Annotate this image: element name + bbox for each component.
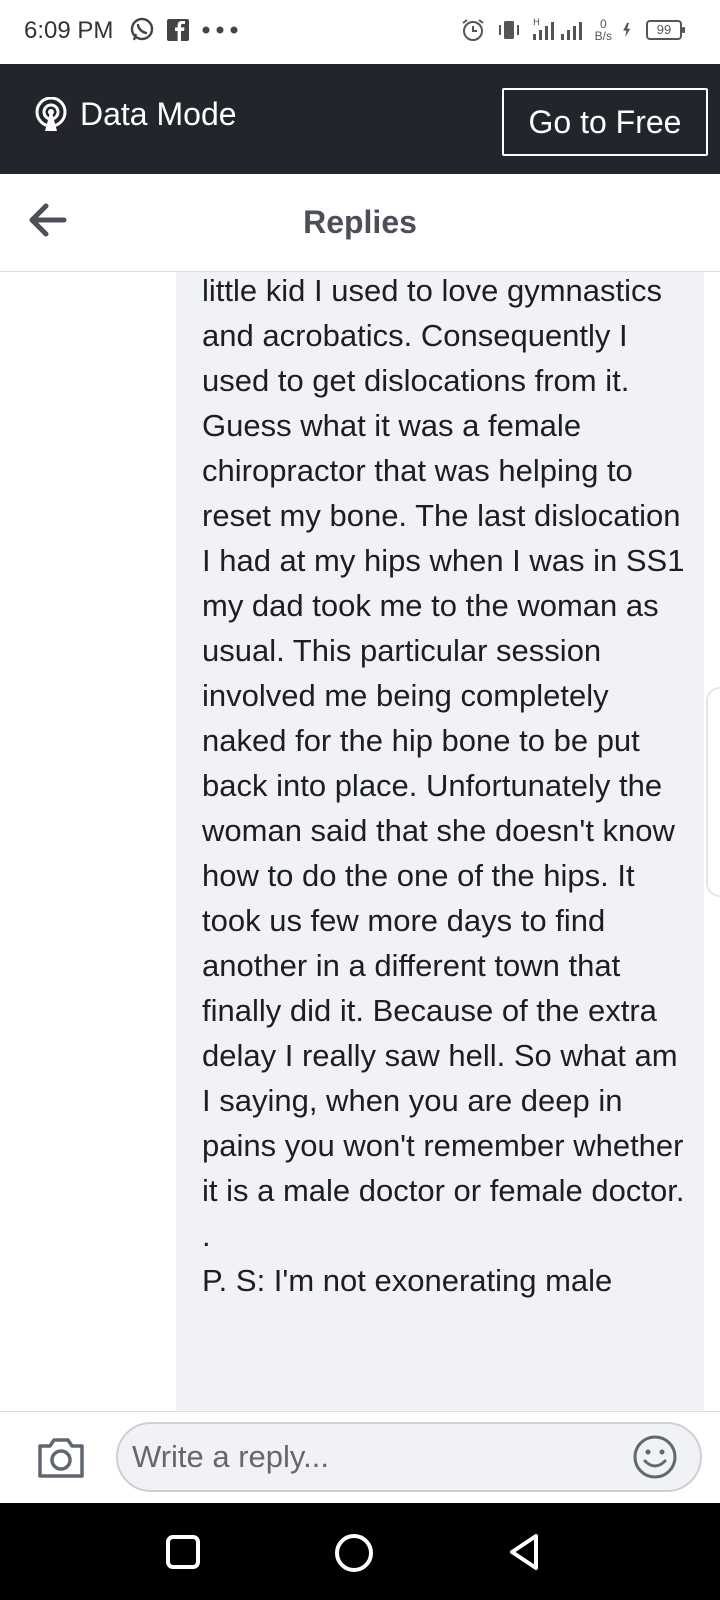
- recents-icon[interactable]: [162, 1531, 204, 1573]
- status-time: 6:09 PM: [24, 17, 114, 44]
- emoji-icon[interactable]: [632, 1434, 678, 1480]
- network-speed-unit: B/s: [594, 29, 612, 43]
- more-notifications-icon: [202, 26, 238, 34]
- scroll-handle[interactable]: [706, 687, 720, 897]
- whatsapp-icon: [130, 17, 154, 41]
- system-icons: H 0 B/s 99: [459, 16, 685, 44]
- data-mode-bar: Data Mode Go to Free: [0, 64, 720, 174]
- facebook-icon: [167, 19, 189, 41]
- notification-icons: [128, 16, 240, 44]
- replies-header: Replies: [0, 174, 720, 272]
- reply-input[interactable]: [116, 1422, 702, 1492]
- reply-composer: [0, 1411, 720, 1503]
- battery-indicator: 99: [646, 20, 685, 40]
- vibrate-icon: [498, 21, 519, 39]
- network-speed: 0 B/s: [595, 18, 612, 42]
- home-icon[interactable]: [332, 1531, 376, 1575]
- charging-icon: [623, 22, 631, 38]
- data-mode-label: Data Mode: [80, 96, 237, 132]
- status-bar: 6:09 PM H 0 B/s 99: [0, 0, 720, 64]
- back-nav-icon[interactable]: [504, 1531, 546, 1573]
- signal-icon: H: [532, 18, 582, 40]
- data-mode-indicator[interactable]: Data Mode: [34, 96, 237, 133]
- svg-text:H: H: [533, 18, 540, 28]
- camera-icon[interactable]: [36, 1434, 86, 1480]
- page-title: Replies: [303, 204, 417, 240]
- go-to-free-button[interactable]: Go to Free: [502, 88, 708, 156]
- broadcast-icon: [35, 96, 67, 131]
- system-nav-bar: [0, 1503, 720, 1600]
- reply-text: little kid I used to love gymnastics and…: [202, 273, 685, 1298]
- alarm-icon: [462, 19, 484, 41]
- reply-thread[interactable]: little kid I used to love gymnastics and…: [0, 272, 720, 1411]
